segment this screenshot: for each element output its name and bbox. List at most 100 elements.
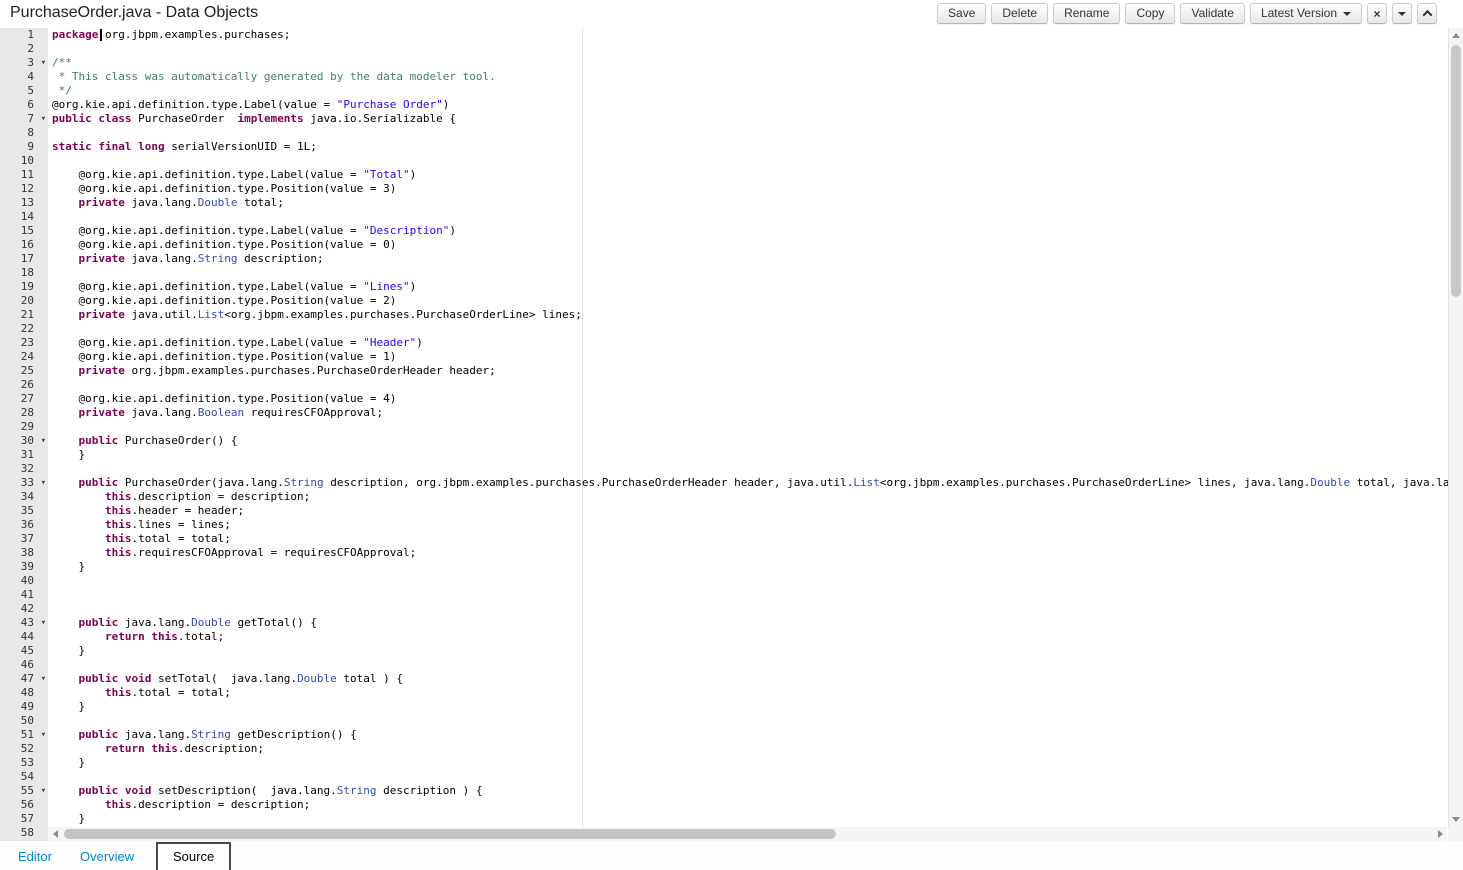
code-line[interactable]: @org.kie.api.definition.type.Label(value… xyxy=(52,168,1448,182)
gutter-line[interactable]: 27 xyxy=(0,392,48,406)
gutter-line[interactable]: 4 xyxy=(0,70,48,84)
gutter-line[interactable]: 44 xyxy=(0,630,48,644)
gutter-line[interactable]: 20 xyxy=(0,294,48,308)
scroll-right-button[interactable] xyxy=(1433,827,1447,841)
gutter-line[interactable]: 56 xyxy=(0,798,48,812)
gutter-line[interactable]: 8 xyxy=(0,126,48,140)
code-line[interactable] xyxy=(52,714,1448,728)
code-line[interactable]: @org.kie.api.definition.type.Position(va… xyxy=(52,350,1448,364)
code-line[interactable]: @org.kie.api.definition.type.Position(va… xyxy=(52,238,1448,252)
gutter-line[interactable]: 33▾ xyxy=(0,476,48,490)
gutter-line[interactable]: 48 xyxy=(0,686,48,700)
gutter-line[interactable]: 31 xyxy=(0,448,48,462)
collapse-panel-button[interactable] xyxy=(1417,3,1437,24)
gutter-line[interactable]: 43▾ xyxy=(0,616,48,630)
gutter-line[interactable]: 37 xyxy=(0,532,48,546)
code-line[interactable]: return this.total; xyxy=(52,630,1448,644)
horizontal-scrollbar-thumb[interactable] xyxy=(64,829,836,839)
code-line[interactable]: private java.lang.String description; xyxy=(52,252,1448,266)
code-line[interactable]: @org.kie.api.definition.type.Position(va… xyxy=(52,182,1448,196)
fold-toggle-icon[interactable]: ▾ xyxy=(41,56,46,70)
code-line[interactable]: */ xyxy=(52,84,1448,98)
code-line[interactable]: /** xyxy=(52,56,1448,70)
code-line[interactable]: @org.kie.api.definition.type.Label(value… xyxy=(52,280,1448,294)
gutter-line[interactable]: 35 xyxy=(0,504,48,518)
tab-overview[interactable]: Overview xyxy=(80,849,134,864)
code-line[interactable]: @org.kie.api.definition.type.Label(value… xyxy=(52,336,1448,350)
scroll-up-button[interactable] xyxy=(1449,28,1463,43)
code-line[interactable] xyxy=(52,574,1448,588)
code-line[interactable]: static final long serialVersionUID = 1L; xyxy=(52,140,1448,154)
scroll-left-button[interactable] xyxy=(48,827,62,841)
code-line[interactable]: return this.description; xyxy=(52,742,1448,756)
code-line[interactable]: private java.util.List<org.jbpm.examples… xyxy=(52,308,1448,322)
gutter-line[interactable]: 10 xyxy=(0,154,48,168)
save-button[interactable]: Save xyxy=(937,3,986,24)
gutter-line[interactable]: 29 xyxy=(0,420,48,434)
gutter-line[interactable]: 3▾ xyxy=(0,56,48,70)
code-line[interactable]: public java.lang.Double getTotal() { xyxy=(52,616,1448,630)
code-line[interactable] xyxy=(52,658,1448,672)
code-line[interactable]: public void setDescription( java.lang.St… xyxy=(52,784,1448,798)
code-line[interactable]: public PurchaseOrder(java.lang.String de… xyxy=(52,476,1448,490)
code-line[interactable]: @org.kie.api.definition.type.Label(value… xyxy=(52,98,1448,112)
gutter-line[interactable]: 11 xyxy=(0,168,48,182)
code-line[interactable] xyxy=(52,42,1448,56)
code-line[interactable] xyxy=(52,210,1448,224)
fold-toggle-icon[interactable]: ▾ xyxy=(41,112,46,126)
horizontal-scrollbar[interactable] xyxy=(48,827,1447,841)
code-line[interactable] xyxy=(52,420,1448,434)
source-code-editor[interactable]: 123▾4567▾8910111213141516171819202122232… xyxy=(0,28,1448,841)
code-area[interactable]: package org.jbpm.examples.purchases;/** … xyxy=(48,28,1448,841)
code-line[interactable]: @org.kie.api.definition.type.Position(va… xyxy=(52,392,1448,406)
gutter-line[interactable]: 51▾ xyxy=(0,728,48,742)
gutter-line[interactable]: 25 xyxy=(0,364,48,378)
gutter-line[interactable]: 38 xyxy=(0,546,48,560)
gutter-line[interactable]: 28 xyxy=(0,406,48,420)
gutter-line[interactable]: 15 xyxy=(0,224,48,238)
gutter-line[interactable]: 55▾ xyxy=(0,784,48,798)
gutter-line[interactable]: 32 xyxy=(0,462,48,476)
code-line[interactable]: this.total = total; xyxy=(52,686,1448,700)
code-line[interactable]: } xyxy=(52,756,1448,770)
code-line[interactable] xyxy=(52,770,1448,784)
code-line[interactable]: @org.kie.api.definition.type.Position(va… xyxy=(52,294,1448,308)
code-line[interactable] xyxy=(52,266,1448,280)
gutter-line[interactable]: 49 xyxy=(0,700,48,714)
fold-toggle-icon[interactable]: ▾ xyxy=(41,434,46,448)
gutter-line[interactable]: 57 xyxy=(0,812,48,826)
code-line[interactable]: public PurchaseOrder() { xyxy=(52,434,1448,448)
version-dropdown-button[interactable]: Latest Version xyxy=(1250,3,1362,24)
code-line[interactable]: this.description = description; xyxy=(52,490,1448,504)
gutter-line[interactable]: 18 xyxy=(0,266,48,280)
tab-editor[interactable]: Editor xyxy=(18,849,52,864)
gutter-line[interactable]: 12 xyxy=(0,182,48,196)
code-line[interactable] xyxy=(52,322,1448,336)
gutter-line[interactable]: 39 xyxy=(0,560,48,574)
gutter-line[interactable]: 40 xyxy=(0,574,48,588)
code-line[interactable] xyxy=(52,126,1448,140)
gutter-line[interactable]: 50 xyxy=(0,714,48,728)
close-button[interactable]: × xyxy=(1367,3,1387,24)
fold-toggle-icon[interactable]: ▾ xyxy=(41,728,46,742)
validate-button[interactable]: Validate xyxy=(1180,3,1244,24)
gutter-line[interactable]: 14 xyxy=(0,210,48,224)
code-line[interactable] xyxy=(52,588,1448,602)
code-line[interactable]: * This class was automatically generated… xyxy=(52,70,1448,84)
gutter-line[interactable]: 9 xyxy=(0,140,48,154)
code-line[interactable]: this.description = description; xyxy=(52,798,1448,812)
gutter-line[interactable]: 36 xyxy=(0,518,48,532)
gutter-line[interactable]: 34 xyxy=(0,490,48,504)
code-line[interactable]: } xyxy=(52,812,1448,826)
gutter-line[interactable]: 7▾ xyxy=(0,112,48,126)
code-line[interactable]: @org.kie.api.definition.type.Label(value… xyxy=(52,224,1448,238)
code-line[interactable]: this.header = header; xyxy=(52,504,1448,518)
code-line[interactable]: } xyxy=(52,560,1448,574)
vertical-scrollbar-thumb[interactable] xyxy=(1451,45,1461,297)
gutter-line[interactable]: 19 xyxy=(0,280,48,294)
code-line[interactable] xyxy=(52,378,1448,392)
rename-button[interactable]: Rename xyxy=(1053,3,1120,24)
code-line[interactable] xyxy=(52,154,1448,168)
gutter-line[interactable]: 53 xyxy=(0,756,48,770)
code-line[interactable]: private java.lang.Double total; xyxy=(52,196,1448,210)
